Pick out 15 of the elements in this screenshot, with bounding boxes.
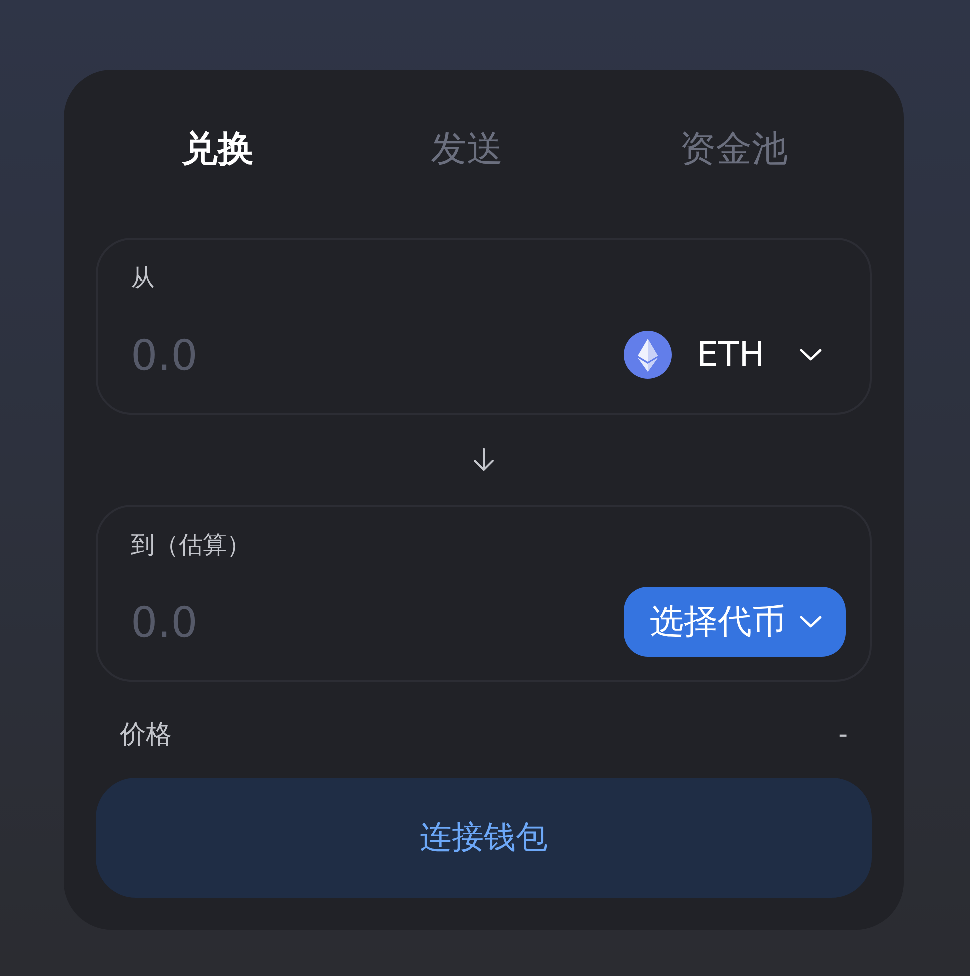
connect-wallet-button[interactable]: 连接钱包	[96, 778, 872, 898]
amount-input[interactable]: 0.0	[131, 327, 624, 383]
select-token-button[interactable]: 选择代币	[624, 587, 846, 657]
token-select-button[interactable]: ETH	[624, 320, 846, 390]
price-label: 价格	[120, 719, 172, 752]
panel-label: 从	[131, 263, 155, 294]
tab[interactable]: 资金池	[680, 126, 788, 174]
tab[interactable]: 发送	[431, 126, 503, 174]
panel-label: 到（估算）	[131, 530, 251, 561]
price-value: -	[838, 719, 848, 752]
amount-input[interactable]: 0.0	[131, 594, 624, 650]
arrow-down-icon[interactable]	[473, 448, 495, 472]
chevron-down-icon	[800, 616, 822, 628]
chevron-down-icon	[800, 349, 822, 361]
tab[interactable]: 兑换	[182, 126, 254, 174]
